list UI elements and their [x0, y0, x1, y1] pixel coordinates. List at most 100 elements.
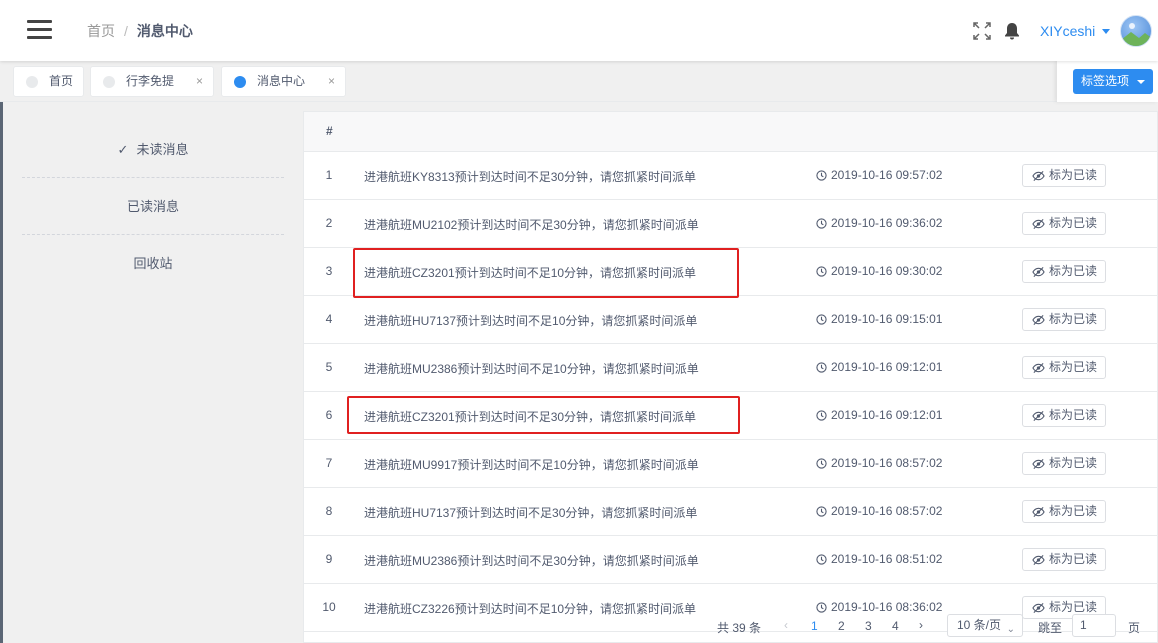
close-icon[interactable]: ×: [328, 67, 335, 96]
user-name[interactable]: XIYceshi: [1040, 23, 1095, 39]
mark-read-button[interactable]: 标为已读: [1022, 500, 1106, 523]
table-row: 6 进港航班CZ3201预计到达时间不足30分钟，请您抓紧时间派单 2019-10-…: [304, 392, 1157, 440]
row-message: 进港航班HU7137预计到达时间不足30分钟，请您抓紧时间派单: [364, 506, 698, 520]
tag-luggage[interactable]: 行李免提 ×: [90, 66, 214, 97]
breadcrumb-separator: /: [124, 23, 128, 39]
avatar-image-icon: [1121, 23, 1151, 46]
sidebar-item-label: 已读消息: [126, 199, 179, 214]
eye-off-icon: [1032, 170, 1045, 182]
row-message: 进港航班CZ3201预计到达时间不足10分钟，请您抓紧时间派单: [364, 266, 697, 280]
page-4[interactable]: 4: [892, 619, 899, 633]
pagination-total: 共 39 条: [717, 621, 762, 635]
row-time-value: 2019-10-16 09:30:02: [831, 264, 943, 278]
row-index: 4: [325, 312, 333, 326]
eye-off-icon: [1032, 266, 1045, 278]
table-row: 7 进港航班MU9917预计到达时间不足10分钟，请您抓紧时间派单 2019-10-…: [304, 440, 1157, 488]
close-icon[interactable]: ×: [196, 67, 203, 96]
table-header: #: [304, 112, 1157, 152]
mark-read-button[interactable]: 标为已读: [1022, 548, 1106, 571]
row-time: 2019-10-16 09:36:02: [816, 216, 942, 230]
row-time-value: 2019-10-16 09:12:01: [831, 360, 943, 374]
page-size-value: 10 条/页: [957, 618, 1002, 632]
page-unit-label: 页: [1128, 621, 1141, 635]
breadcrumb-home[interactable]: 首页: [87, 23, 115, 39]
sidebar-item-label: 未读消息: [136, 142, 189, 157]
row-index: 3: [325, 264, 333, 278]
sidebar-item-read[interactable]: 已读消息: [22, 178, 284, 235]
row-index: 5: [325, 360, 333, 374]
tag-home[interactable]: 首页: [13, 66, 84, 97]
row-message: 进港航班CZ3226预计到达时间不足10分钟，请您抓紧时间派单: [364, 602, 697, 616]
mark-read-label: 标为已读: [1049, 600, 1098, 614]
mark-read-button[interactable]: 标为已读: [1022, 356, 1106, 379]
clock-icon: [816, 458, 827, 469]
row-message: 进港航班MU2386预计到达时间不足30分钟，请您抓紧时间派单: [364, 554, 699, 568]
message-table: # 1 进港航班KY8313预计到达时间不足30分钟，请您抓紧时间派单 2019-1…: [303, 111, 1158, 643]
row-time-value: 2019-10-16 08:36:02: [831, 600, 943, 614]
row-time-value: 2019-10-16 08:57:02: [831, 456, 943, 470]
mark-read-button[interactable]: 标为已读: [1022, 260, 1106, 283]
tag-options-panel: 标签选项: [1057, 61, 1158, 102]
mark-read-button[interactable]: 标为已读: [1022, 164, 1106, 187]
avatar[interactable]: [1120, 15, 1152, 47]
table-row: 8 进港航班HU7137预计到达时间不足30分钟，请您抓紧时间派单 2019-10-…: [304, 488, 1157, 536]
mark-read-button[interactable]: 标为已读: [1022, 308, 1106, 331]
next-page-icon[interactable]: ›: [919, 618, 923, 632]
row-time-value: 2019-10-16 09:57:02: [831, 168, 943, 182]
table-row: 1 进港航班KY8313预计到达时间不足30分钟，请您抓紧时间派单 2019-10-…: [304, 152, 1157, 200]
eye-off-icon: [1032, 458, 1045, 470]
page-3[interactable]: 3: [865, 619, 872, 633]
message-sidebar: ✓ 未读消息 已读消息 回收站: [0, 102, 303, 643]
fullscreen-icon[interactable]: [973, 22, 991, 40]
mark-read-button[interactable]: 标为已读: [1022, 404, 1106, 427]
eye-off-icon: [1032, 554, 1045, 566]
row-time-value: 2019-10-16 09:36:02: [831, 216, 943, 230]
jump-label: 跳至: [1038, 621, 1063, 635]
eye-off-icon: [1032, 218, 1045, 230]
chevron-down-icon: ⌄: [1006, 624, 1015, 635]
jump-page-input[interactable]: 1: [1072, 614, 1116, 637]
mark-read-label: 标为已读: [1049, 216, 1098, 230]
page-2[interactable]: 2: [838, 619, 845, 633]
tag-options-button[interactable]: 标签选项: [1073, 69, 1153, 94]
clock-icon: [816, 506, 827, 517]
mark-read-label: 标为已读: [1049, 264, 1098, 278]
clock-icon: [816, 266, 827, 277]
pagination: 共 39 条 ‹ 1 2 3 4 › 10 条/页 ⌄ 跳至 1 页: [700, 613, 1158, 643]
breadcrumb: 首页 / 消息中心: [87, 21, 193, 41]
table-row: 9 进港航班MU2386预计到达时间不足30分钟，请您抓紧时间派单 2019-10-…: [304, 536, 1157, 584]
clock-icon: [816, 602, 827, 613]
table-row: 3 进港航班CZ3201预计到达时间不足10分钟，请您抓紧时间派单 2019-10-…: [304, 248, 1157, 296]
page-size-select[interactable]: 10 条/页 ⌄: [947, 614, 1023, 637]
row-index: 1: [325, 168, 333, 182]
mark-read-label: 标为已读: [1049, 168, 1098, 182]
menu-toggle-icon[interactable]: [27, 20, 52, 39]
row-time-value: 2019-10-16 09:12:01: [831, 408, 943, 422]
mark-read-label: 标为已读: [1049, 552, 1098, 566]
column-header-index: #: [326, 124, 333, 138]
row-time: 2019-10-16 08:36:02: [816, 600, 942, 614]
bell-icon[interactable]: [1004, 22, 1020, 40]
clock-icon: [816, 554, 827, 565]
sidebar-item-unread[interactable]: ✓ 未读消息: [22, 121, 284, 178]
clock-icon: [816, 362, 827, 373]
row-time-value: 2019-10-16 08:57:02: [831, 504, 943, 518]
prev-page-icon[interactable]: ‹: [784, 618, 788, 632]
sidebar-item-trash[interactable]: 回收站: [22, 235, 284, 292]
tag-message-center[interactable]: 消息中心 ×: [221, 66, 346, 97]
page-1[interactable]: 1: [811, 619, 818, 633]
clock-icon: [816, 314, 827, 325]
row-message: 进港航班MU2386预计到达时间不足10分钟，请您抓紧时间派单: [364, 362, 699, 376]
top-header: 首页 / 消息中心 XIYceshi: [0, 0, 1158, 61]
caret-down-icon[interactable]: [1102, 29, 1110, 34]
eye-off-icon: [1032, 362, 1045, 374]
row-message: 进港航班MU9917预计到达时间不足10分钟，请您抓紧时间派单: [364, 458, 699, 472]
mark-read-button[interactable]: 标为已读: [1022, 212, 1106, 235]
eye-off-icon: [1032, 314, 1045, 326]
eye-off-icon: [1032, 506, 1045, 518]
mark-read-button[interactable]: 标为已读: [1022, 452, 1106, 475]
row-time: 2019-10-16 09:57:02: [816, 168, 942, 182]
row-index: 8: [325, 504, 333, 518]
row-time: 2019-10-16 09:12:01: [816, 360, 942, 374]
row-index: 7: [325, 456, 333, 470]
